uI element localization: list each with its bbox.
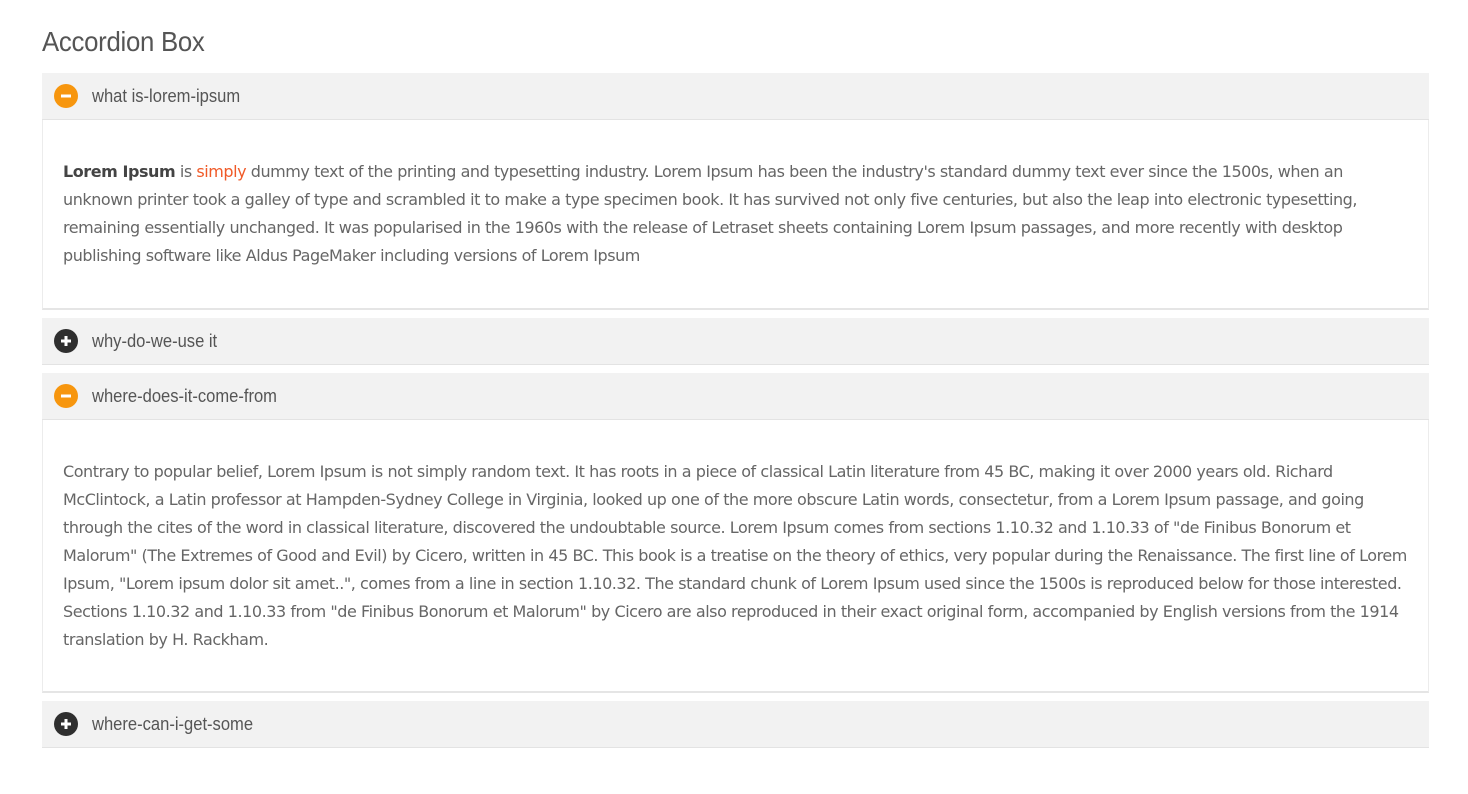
text-segment: dummy text of the printing and typesetti… [63,162,1357,265]
minus-circle-icon[interactable] [54,84,78,108]
text-segment: is [175,162,197,181]
accordion-header-what-is-lorem-ipsum[interactable]: what is-lorem-ipsum [42,73,1429,120]
accordion-panel-text: Contrary to popular belief, Lorem Ipsum … [63,462,1407,649]
accordion-header-where-does-it-come-from[interactable]: where-does-it-come-from [42,373,1429,420]
plus-circle-icon[interactable] [54,712,78,736]
minus-circle-icon[interactable] [54,384,78,408]
accordion-item-what-is-lorem-ipsum: what is-lorem-ipsum Lorem Ipsum is simpl… [42,73,1429,310]
accordion-panel-where-does-it-come-from: Contrary to popular belief, Lorem Ipsum … [42,420,1429,693]
accordion-label: what is-lorem-ipsum [92,85,241,106]
bold-term: Lorem Ipsum [63,162,176,181]
accordion-panel-text: Lorem Ipsum is simply dummy text of the … [63,158,1408,270]
accordion-header-why-do-we-use-it[interactable]: why-do-we-use it [42,318,1429,365]
accordion-label: where-does-it-come-from [92,385,277,406]
highlighted-word: simply [196,162,247,181]
page-title: Accordion Box [42,26,205,57]
accordion-panel-what-is-lorem-ipsum: Lorem Ipsum is simply dummy text of the … [42,120,1429,310]
accordion-header-where-can-i-get-some[interactable]: where-can-i-get-some [42,701,1429,748]
accordion-label: why-do-we-use it [92,330,218,351]
accordion: what is-lorem-ipsum Lorem Ipsum is simpl… [42,73,1429,748]
plus-circle-icon[interactable] [54,329,78,353]
accordion-label: where-can-i-get-some [92,713,254,734]
accordion-item-where-does-it-come-from: where-does-it-come-from Contrary to popu… [42,373,1429,693]
page: Accordion Box what is-lorem-ipsum Lorem … [0,0,1468,794]
accordion-item-why-do-we-use-it: why-do-we-use it [42,318,1429,365]
accordion-item-where-can-i-get-some: where-can-i-get-some [42,701,1429,748]
